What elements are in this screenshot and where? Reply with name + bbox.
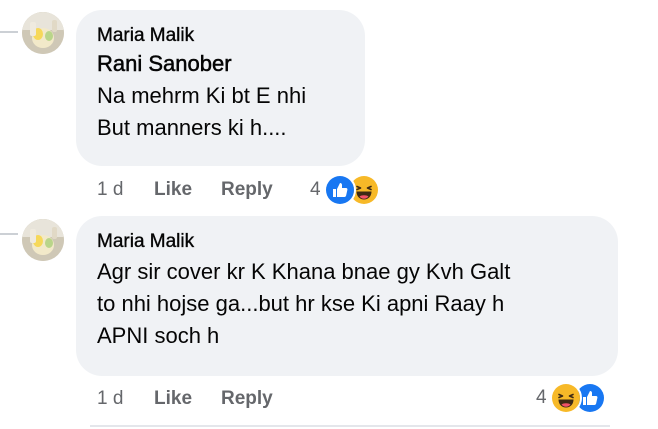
comment-text-line: APNI soch h [97,323,220,348]
reaction-count: 4 [310,179,321,200]
reaction-summary[interactable]: 4 [310,174,380,206]
comment-bubble: Maria Malik Agr sir cover kr K Khana bna… [76,216,618,376]
like-button[interactable]: Like [154,388,221,410]
comment-actions: 1 d Like Reply [97,385,273,413]
comment-author[interactable]: Maria Malik [97,230,598,254]
comment-thread: Maria Malik Rani Sanober Na mehrm Ki bt … [0,0,658,429]
comment-text-line: But manners ki h.... [97,115,287,140]
comment-text-line: Agr sir cover kr K Khana bnae gy Kvh Gal… [97,259,511,284]
thread-connector [0,31,18,33]
comment-text-line: to nhi hojse ga...but hr kse Ki apni Raa… [97,291,505,316]
divider [90,425,610,427]
like-button[interactable]: Like [154,179,221,201]
avatar[interactable] [22,219,64,261]
thread-connector [0,233,18,235]
comment-text-line: Na mehrm Ki bt E nhi [97,83,307,108]
comment-actions: 1 d Like Reply [97,176,273,204]
reaction-summary[interactable]: 4 [536,382,606,414]
comment-timestamp[interactable]: 1 d [97,388,154,410]
mention-tag[interactable]: Rani Sanober [97,48,345,80]
reply-button[interactable]: Reply [221,179,273,201]
reply-button[interactable]: Reply [221,388,273,410]
comment-timestamp[interactable]: 1 d [97,179,154,201]
avatar[interactable] [22,12,64,54]
comment-bubble: Maria Malik Rani Sanober Na mehrm Ki bt … [76,10,365,166]
reaction-count: 4 [536,387,547,408]
haha-icon [549,382,582,414]
like-icon [323,174,356,206]
comment-author[interactable]: Maria Malik [97,24,345,48]
